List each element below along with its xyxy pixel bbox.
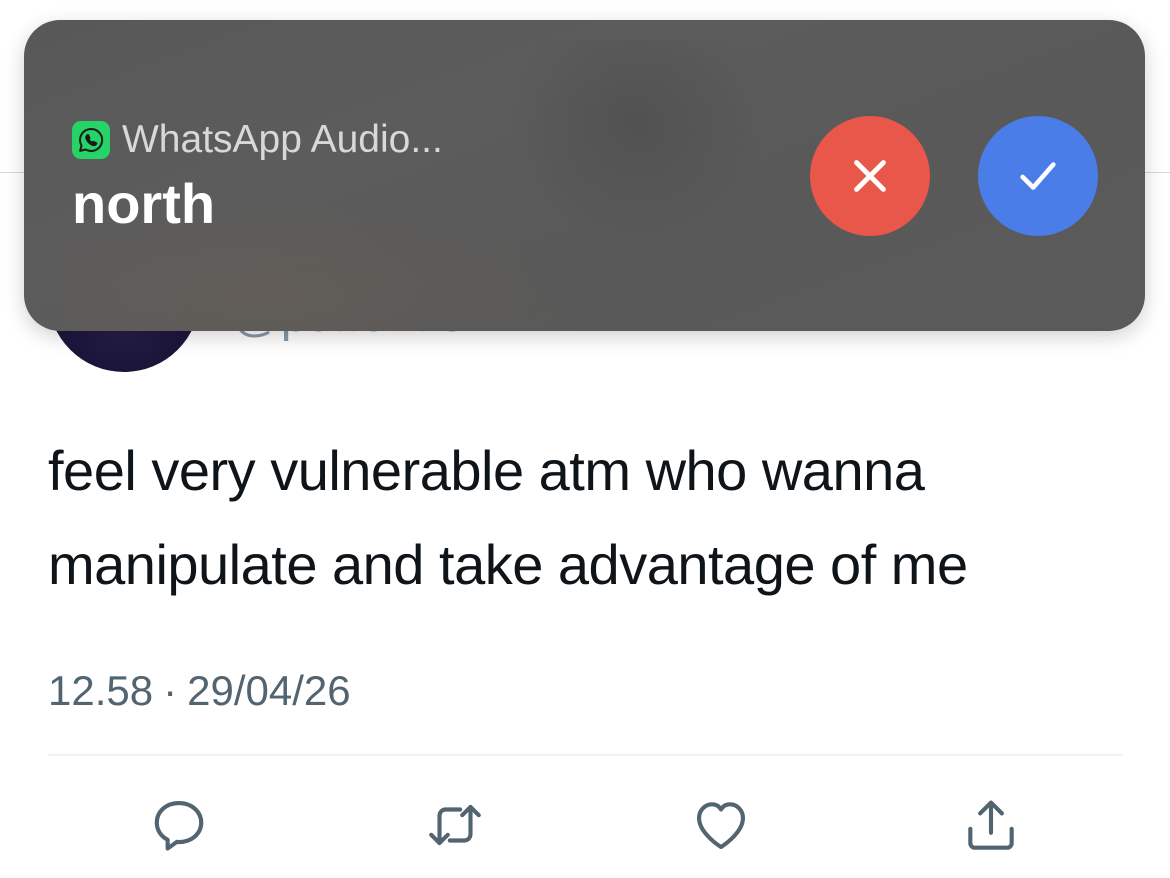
reply-button[interactable]	[144, 790, 214, 860]
decline-call-button[interactable]	[810, 116, 930, 236]
tweet-text: feel very vulnerable atm who wanna manip…	[48, 439, 968, 596]
tweet-timestamp: 12.58 · 29/04/26	[48, 666, 351, 716]
caller-name: north	[72, 172, 216, 235]
like-button[interactable]	[686, 790, 756, 860]
call-notification-banner[interactable]: WhatsApp Audio... north	[24, 20, 1145, 331]
tweet-time: 12.58	[48, 667, 154, 714]
tweet-screen: @puffer fish feel very vulnerable atm wh…	[0, 0, 1170, 878]
share-icon	[968, 800, 1014, 850]
whatsapp-icon	[72, 121, 110, 159]
tweet-date: 29/04/26	[187, 667, 351, 714]
reply-icon	[154, 800, 204, 851]
close-icon	[854, 160, 886, 192]
retweet-button[interactable]	[420, 790, 490, 860]
notification-app-row: WhatsApp Audio...	[72, 118, 443, 162]
share-button[interactable]	[956, 790, 1026, 860]
like-icon	[696, 802, 746, 850]
accept-call-button[interactable]	[978, 116, 1098, 236]
checkmark-icon	[1020, 162, 1056, 190]
actions-divider	[48, 754, 1123, 756]
meta-separator: ·	[163, 667, 178, 714]
retweet-icon	[429, 804, 481, 846]
notification-app-name: WhatsApp Audio...	[122, 118, 443, 161]
